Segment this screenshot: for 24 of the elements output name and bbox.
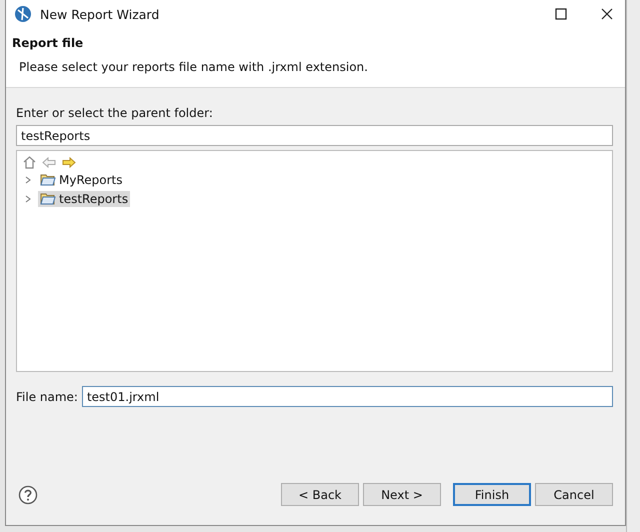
page-title: Report file [12, 36, 84, 50]
tree-item[interactable]: MyReports [38, 172, 124, 188]
app-icon [14, 5, 32, 23]
folder-icon [40, 192, 56, 205]
expand-chevron-icon[interactable] [24, 176, 32, 184]
field-label: File name: [16, 390, 78, 404]
wizard-button[interactable]: Next > [363, 483, 441, 506]
folder-icon [40, 173, 56, 186]
forward-arrow-icon[interactable] [62, 156, 76, 168]
window-title: New Report Wizard [40, 6, 160, 22]
maximize-icon[interactable] [555, 8, 567, 20]
wizard-button[interactable]: < Back [281, 483, 359, 506]
back-arrow-icon[interactable] [42, 156, 56, 168]
field-label: Enter or select the parent folder: [16, 106, 214, 120]
wizard-button[interactable]: Finish [453, 483, 531, 506]
file-name-field[interactable]: test01.jrxml [82, 386, 613, 407]
wizard-button[interactable]: Cancel [535, 483, 613, 506]
folder-field[interactable]: testReports [16, 125, 613, 146]
help-icon[interactable] [18, 484, 38, 504]
page-description: Please select your reports file name with .jrxml extension. [19, 60, 369, 74]
tree-item[interactable]: testReports [38, 190, 130, 206]
expand-chevron-icon[interactable] [24, 194, 32, 202]
home-icon[interactable] [23, 156, 36, 168]
close-icon[interactable] [601, 8, 613, 20]
